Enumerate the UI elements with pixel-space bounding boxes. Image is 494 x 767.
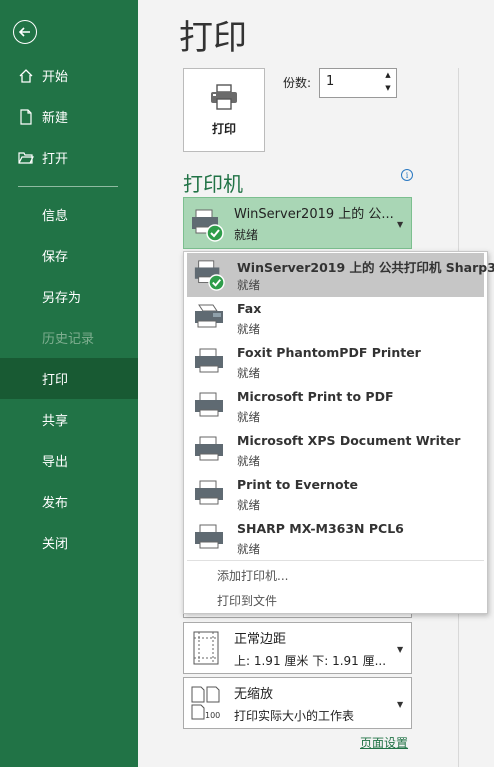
margins-icon bbox=[192, 631, 220, 669]
fax-icon bbox=[193, 303, 225, 337]
sidebar-item-info[interactable]: 信息 bbox=[0, 194, 138, 235]
open-folder-icon bbox=[18, 150, 34, 166]
no-scaling-icon: 100 bbox=[190, 686, 222, 724]
printer-option-status: 就绪 bbox=[237, 322, 260, 336]
printer-option-name: Microsoft XPS Document Writer bbox=[237, 433, 461, 448]
sidebar-item-export[interactable]: 导出 bbox=[0, 440, 138, 481]
printer-icon bbox=[193, 523, 225, 557]
new-document-icon bbox=[18, 108, 34, 125]
sidebar-item-share[interactable]: 共享 bbox=[0, 399, 138, 440]
sidebar-item-label: 新建 bbox=[42, 111, 69, 126]
printer-option-name: Microsoft Print to PDF bbox=[237, 389, 394, 404]
printer-option[interactable]: Microsoft Print to PDF 就绪 bbox=[187, 385, 484, 429]
copies-value: 1 bbox=[326, 74, 335, 89]
chevron-down-icon: ▼ bbox=[397, 645, 404, 654]
sidebar-item-new[interactable]: 新建 bbox=[0, 96, 138, 137]
sidebar-item-save[interactable]: 保存 bbox=[0, 235, 138, 276]
scaling-setting-desc: 打印实际大小的工作表 bbox=[234, 709, 355, 723]
printer-icon bbox=[193, 391, 225, 425]
printer-option-status: 就绪 bbox=[237, 542, 260, 556]
print-button[interactable]: 打印 bbox=[183, 68, 265, 152]
copies-label: 份数: bbox=[283, 76, 312, 90]
selected-printer-status: 就绪 bbox=[234, 228, 259, 242]
print-button-label: 打印 bbox=[211, 121, 236, 136]
scaling-setting-name: 无缩放 bbox=[234, 687, 274, 702]
printer-option[interactable]: WinServer2019 上的 公共打印机 Sharp363 就绪 bbox=[187, 253, 494, 297]
scaling-setting[interactable]: 100 无缩放 打印实际大小的工作表 ▼ bbox=[183, 677, 412, 729]
chevron-down-icon: ▼ bbox=[397, 220, 404, 229]
printer-option-status: 就绪 bbox=[237, 498, 260, 512]
copies-stepper[interactable]: 1 ▲ ▼ bbox=[319, 68, 397, 98]
sidebar-item-home[interactable]: 开始 bbox=[0, 55, 138, 96]
printer-icon bbox=[193, 435, 225, 469]
sidebar-item-save-as[interactable]: 另存为 bbox=[0, 276, 138, 317]
printer-option[interactable]: Print to Evernote 就绪 bbox=[187, 473, 484, 517]
margins-setting-name: 正常边距 bbox=[234, 632, 287, 647]
printer-option-name: Fax bbox=[237, 301, 262, 316]
sidebar-item-close[interactable]: 关闭 bbox=[0, 522, 138, 563]
printer-option-status: 就绪 bbox=[237, 278, 260, 292]
info-icon[interactable]: i bbox=[401, 169, 413, 181]
sidebar-item-history: 历史记录 bbox=[42, 332, 95, 347]
printer-option-status: 就绪 bbox=[237, 410, 260, 424]
decrement-arrow-icon[interactable]: ▼ bbox=[383, 84, 393, 92]
printer-icon bbox=[193, 347, 225, 381]
printer-select[interactable]: WinServer2019 上的 公... 就绪 ▼ bbox=[183, 197, 412, 249]
printer-section-heading: 打印机 bbox=[183, 172, 243, 196]
back-arrow-icon[interactable] bbox=[13, 20, 37, 44]
sidebar-item-print[interactable]: 打印 bbox=[0, 358, 138, 399]
sidebar-item-open[interactable]: 打开 bbox=[0, 137, 138, 178]
selected-printer-name: WinServer2019 上的 公... bbox=[234, 207, 394, 222]
margins-setting-desc: 上: 1.91 厘米 下: 1.91 厘... bbox=[234, 654, 387, 668]
dropdown-divider bbox=[187, 560, 484, 561]
home-icon bbox=[18, 68, 34, 84]
printer-option[interactable]: Fax 就绪 bbox=[187, 297, 484, 341]
printer-ready-icon bbox=[190, 208, 224, 246]
printer-icon bbox=[193, 479, 225, 513]
printer-option[interactable]: Microsoft XPS Document Writer 就绪 bbox=[187, 429, 484, 473]
chevron-down-icon: ▼ bbox=[397, 700, 404, 709]
svg-text:100: 100 bbox=[205, 711, 220, 720]
margins-setting[interactable]: 正常边距 上: 1.91 厘米 下: 1.91 厘... ▼ bbox=[183, 622, 412, 674]
printer-dropdown: WinServer2019 上的 公共打印机 Sharp363 就绪 Fax 就… bbox=[183, 251, 494, 614]
print-to-file-option[interactable]: 打印到文件 bbox=[217, 592, 277, 609]
add-printer-link[interactable]: 添加打印机... bbox=[217, 567, 288, 584]
printer-option-status: 就绪 bbox=[237, 454, 260, 468]
printer-option-name: SHARP MX-M363N PCL6 bbox=[237, 521, 404, 536]
printer-option-status: 就绪 bbox=[237, 366, 260, 380]
printer-ready-icon bbox=[193, 259, 225, 295]
backstage-sidebar: 开始 新建 打开 信息 保存 另存为 历史记录 打印 共享 导出 发布 关闭 bbox=[0, 0, 138, 767]
printer-option-name: WinServer2019 上的 公共打印机 Sharp363 bbox=[237, 260, 494, 275]
sidebar-item-publish[interactable]: 发布 bbox=[0, 481, 138, 522]
printer-option-name: Print to Evernote bbox=[237, 477, 359, 492]
printer-option-name: Foxit PhantomPDF Printer bbox=[237, 345, 421, 360]
page-title: 打印 bbox=[179, 18, 247, 58]
page-setup-link[interactable]: 页面设置 bbox=[360, 734, 408, 751]
sidebar-divider bbox=[18, 186, 118, 187]
sidebar-item-label: 开始 bbox=[42, 70, 69, 85]
sidebar-item-label: 打开 bbox=[42, 152, 69, 167]
printer-option[interactable]: Foxit PhantomPDF Printer 就绪 bbox=[187, 341, 484, 385]
printer-icon bbox=[209, 83, 239, 114]
printer-option[interactable]: SHARP MX-M363N PCL6 就绪 bbox=[187, 517, 484, 561]
increment-arrow-icon[interactable]: ▲ bbox=[383, 71, 393, 79]
